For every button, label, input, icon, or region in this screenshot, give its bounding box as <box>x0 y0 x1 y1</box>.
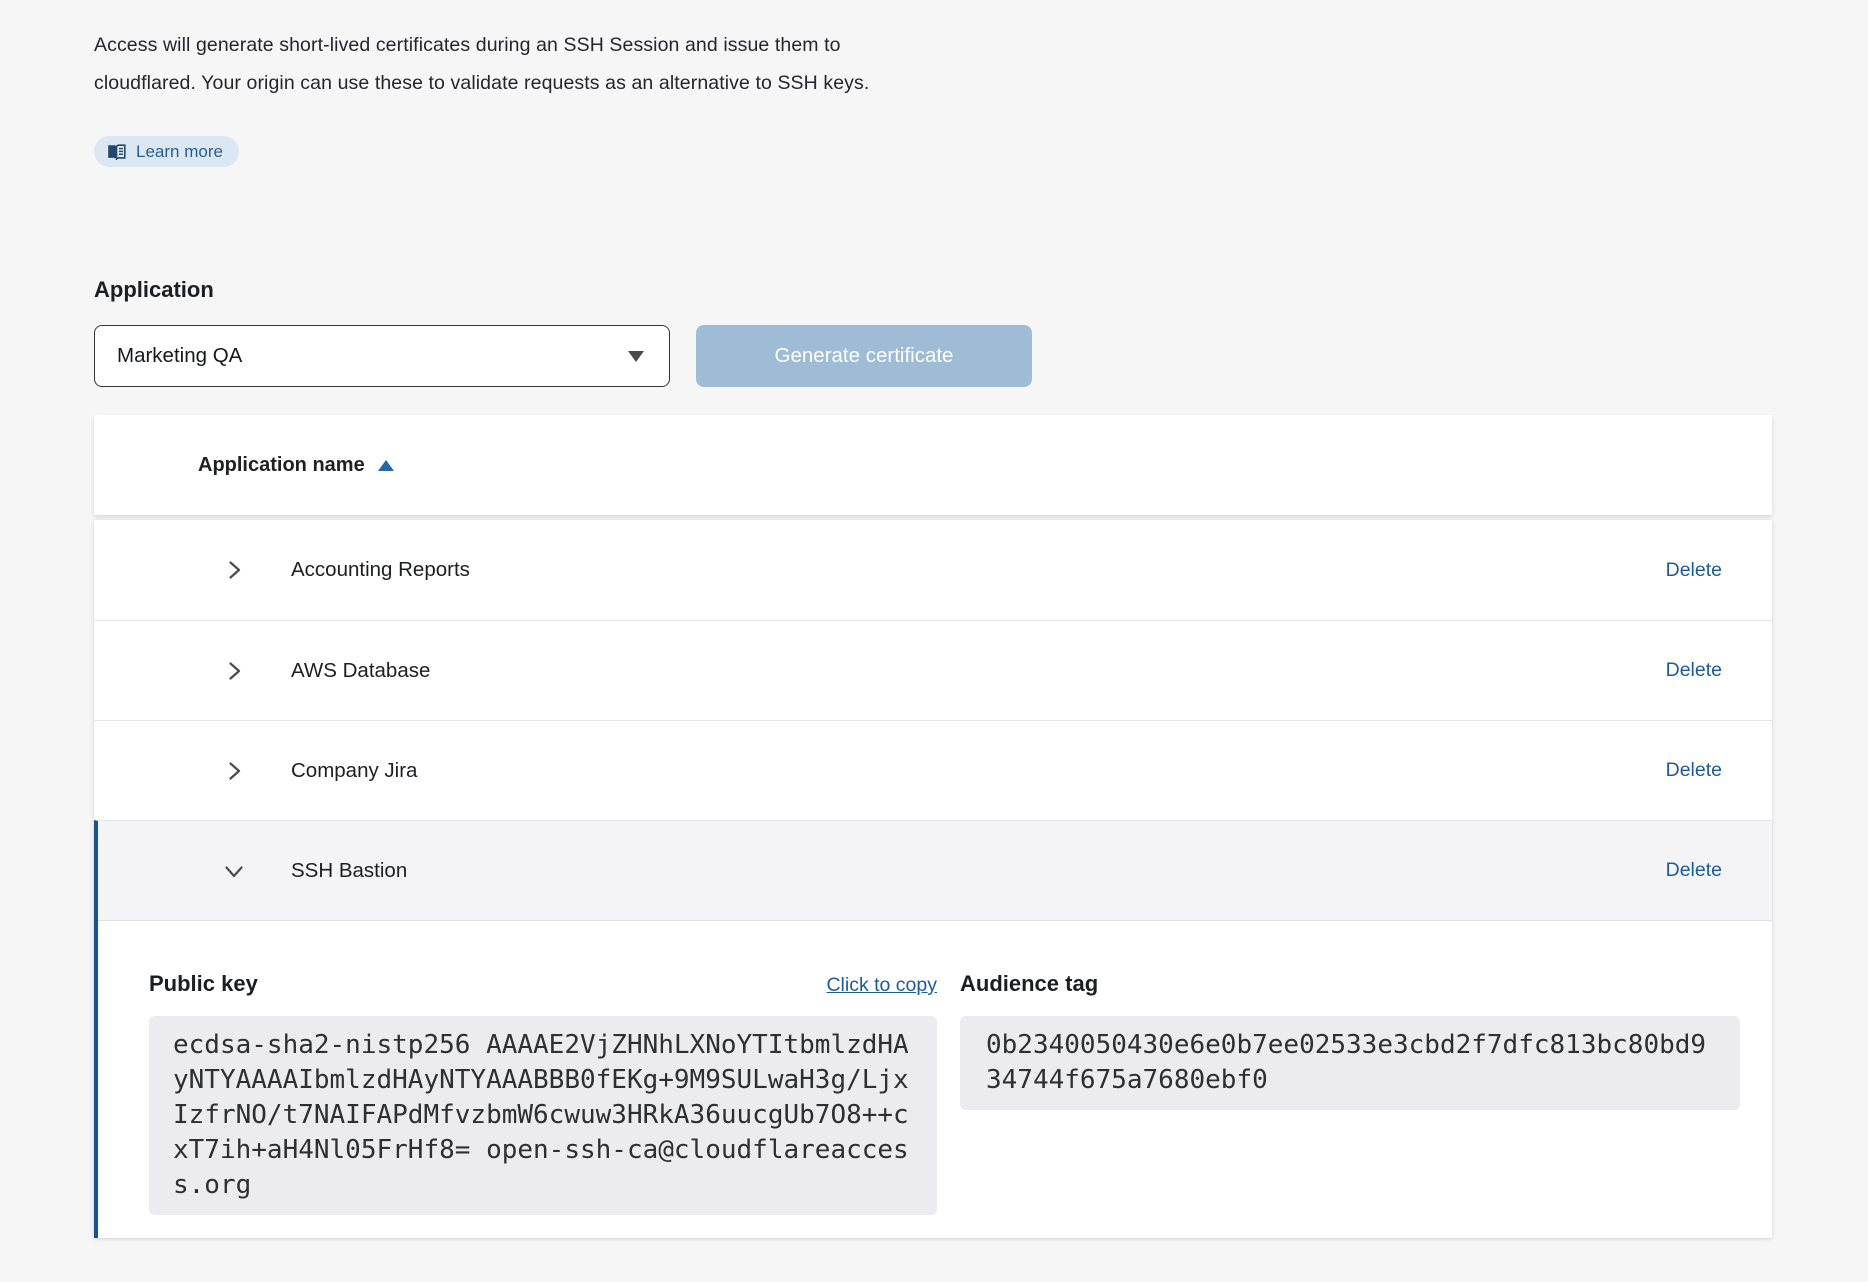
caret-down-icon <box>628 351 644 362</box>
chevron-right-icon[interactable] <box>221 557 247 583</box>
applications-table: Accounting Reports Delete AWS Database D… <box>94 520 1772 1238</box>
public-key-value[interactable]: ecdsa-sha2-nistp256 AAAAE2VjZHNhLXNoYTIt… <box>149 1016 937 1215</box>
column-header-application-name[interactable]: Application name <box>94 454 394 477</box>
learn-more-button[interactable]: Learn more <box>94 136 239 167</box>
generate-certificate-button[interactable]: Generate certificate <box>696 325 1032 387</box>
click-to-copy-link[interactable]: Click to copy <box>826 974 937 997</box>
intro-text: Access will generate short-lived certifi… <box>94 26 1772 102</box>
table-header: Application name <box>94 415 1772 515</box>
audience-tag-heading: Audience tag <box>960 971 1098 997</box>
delete-button[interactable]: Delete <box>1666 659 1722 682</box>
application-name: SSH Bastion <box>291 859 407 883</box>
audience-tag-value: 0b2340050430e6e0b7ee02533e3cbd2f7dfc813b… <box>960 1016 1740 1110</box>
expanded-row-region: SSH Bastion Delete Public key Click to c… <box>94 820 1772 1238</box>
audience-tag-section: Audience tag 0b2340050430e6e0b7ee02533e3… <box>960 971 1740 1215</box>
public-key-heading: Public key <box>149 971 258 997</box>
sort-ascending-icon <box>378 460 394 471</box>
ssh-certificates-page: Access will generate short-lived certifi… <box>0 0 1868 1238</box>
delete-button[interactable]: Delete <box>1666 759 1722 782</box>
ssh-bastion-details: Public key Click to copy ecdsa-sha2-nist… <box>98 921 1772 1238</box>
table-row-ssh-bastion[interactable]: SSH Bastion Delete <box>98 821 1772 921</box>
application-select-value: Marketing QA <box>117 344 242 368</box>
public-key-section: Public key Click to copy ecdsa-sha2-nist… <box>149 971 937 1215</box>
delete-button[interactable]: Delete <box>1666 559 1722 582</box>
application-select[interactable]: Marketing QA <box>94 325 670 387</box>
book-icon <box>107 144 126 160</box>
learn-more-label: Learn more <box>136 142 223 162</box>
intro-line-1: Access will generate short-lived certifi… <box>94 34 841 56</box>
column-header-label: Application name <box>198 454 365 477</box>
application-name: AWS Database <box>291 659 430 683</box>
table-row-company-jira[interactable]: Company Jira Delete <box>94 720 1772 820</box>
delete-button[interactable]: Delete <box>1666 859 1722 882</box>
application-name: Accounting Reports <box>291 558 470 582</box>
table-row-accounting-reports[interactable]: Accounting Reports Delete <box>94 520 1772 620</box>
application-heading: Application <box>94 277 1772 303</box>
application-name: Company Jira <box>291 759 417 783</box>
chevron-down-icon[interactable] <box>221 858 247 884</box>
chevron-right-icon[interactable] <box>221 658 247 684</box>
chevron-right-icon[interactable] <box>221 758 247 784</box>
intro-line-2: cloudflared. Your origin can use these t… <box>94 72 869 94</box>
table-row-aws-database[interactable]: AWS Database Delete <box>94 620 1772 720</box>
certificate-controls: Marketing QA Generate certificate <box>94 325 1772 387</box>
